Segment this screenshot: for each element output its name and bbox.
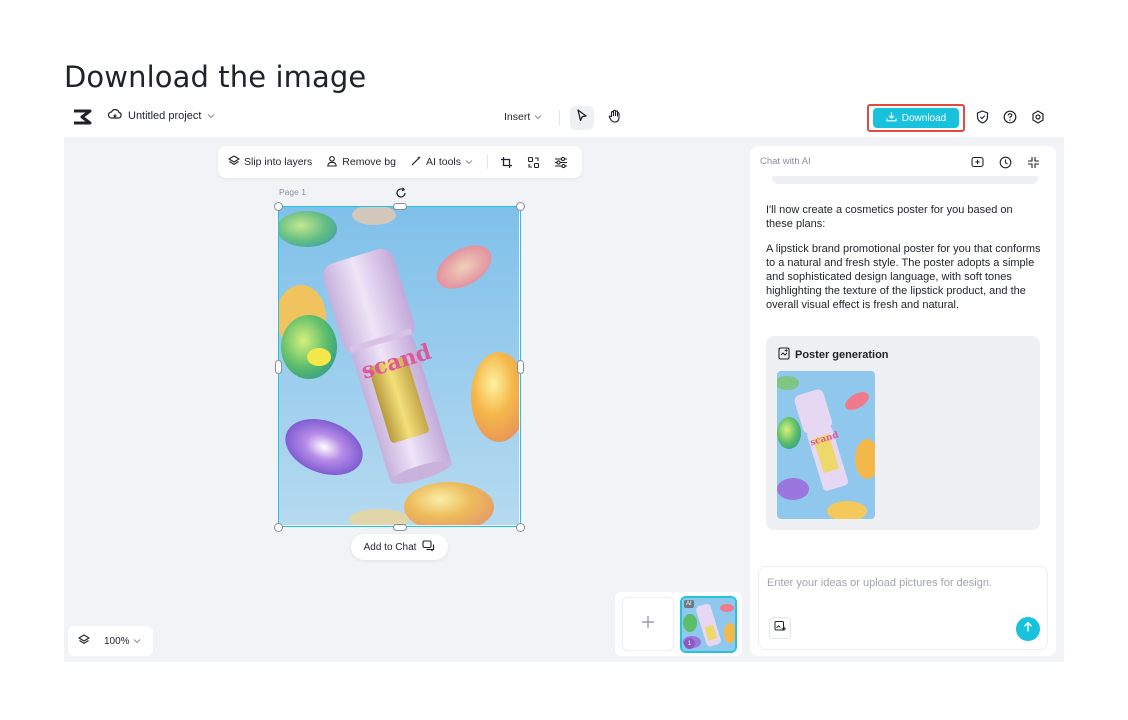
add-to-chat-label: Add to Chat xyxy=(363,541,417,553)
card-title: Poster generation xyxy=(778,347,889,363)
download-label: Download xyxy=(901,112,947,124)
divider xyxy=(559,110,560,125)
generated-poster-thumbnail[interactable]: scand xyxy=(777,371,875,519)
ai-message-intro: I'll now create a cosmetics poster for y… xyxy=(766,204,1013,230)
card-title-text: Poster generation xyxy=(795,349,889,361)
crop-icon[interactable] xyxy=(500,156,513,169)
remove-bg-button[interactable]: Remove bg xyxy=(326,155,396,170)
editor-app: Untitled project Insert Download Slip in… xyxy=(64,98,1064,662)
slip-layers-button[interactable]: Slip into layers xyxy=(228,154,313,170)
settings-gear-icon[interactable] xyxy=(1030,109,1046,125)
cursor-icon xyxy=(576,109,588,127)
download-icon xyxy=(886,111,897,125)
project-name: Untitled project xyxy=(128,109,202,122)
previous-message-edge xyxy=(772,176,1038,184)
add-to-chat-button[interactable]: Add to Chat xyxy=(351,534,448,560)
send-button[interactable] xyxy=(1016,617,1040,641)
ai-badge: AI xyxy=(684,600,694,608)
arrange-icon[interactable] xyxy=(527,156,540,169)
chevron-down-icon xyxy=(534,111,542,123)
ai-message-body: A lipstick brand promotional poster for … xyxy=(766,243,1041,311)
select-tool-button[interactable] xyxy=(570,106,594,130)
app-logo-icon[interactable] xyxy=(72,108,92,126)
add-page-button[interactable] xyxy=(622,597,674,651)
arrow-up-icon xyxy=(1022,620,1034,638)
resize-handle[interactable] xyxy=(274,202,283,211)
project-menu[interactable]: Untitled project xyxy=(107,108,215,123)
ai-tools-label: AI tools xyxy=(425,156,462,168)
chat-panel: Chat with AI I'll now create a cosmetics… xyxy=(750,146,1056,656)
person-icon xyxy=(326,155,338,170)
history-icon[interactable] xyxy=(997,154,1013,170)
chat-input-placeholder[interactable]: Enter your ideas or upload pictures for … xyxy=(767,577,992,589)
canvas-toolbar: Slip into layers Remove bg AI tools xyxy=(218,146,582,178)
resize-handle[interactable] xyxy=(274,523,283,532)
resize-handle[interactable] xyxy=(516,202,525,211)
rotate-icon[interactable] xyxy=(394,186,408,200)
remove-bg-label: Remove bg xyxy=(342,156,396,168)
page-thumbnail[interactable]: AI 1 xyxy=(680,596,737,653)
slip-layers-label: Slip into layers xyxy=(244,156,313,168)
poster-generation-card[interactable]: Poster generation scand xyxy=(766,336,1040,530)
chat-bubble-icon xyxy=(422,539,435,555)
image-plus-icon xyxy=(774,619,786,637)
page-label: Page 1 xyxy=(279,187,306,197)
page-number-badge: 1 xyxy=(684,638,695,649)
page-heading: Download the image xyxy=(64,60,367,94)
top-bar: Untitled project Insert Download xyxy=(64,98,1064,137)
layers-icon[interactable] xyxy=(78,633,90,649)
resize-handle[interactable] xyxy=(393,524,407,531)
hand-icon xyxy=(608,109,621,128)
poster-image[interactable]: scand xyxy=(278,206,521,527)
chevron-down-icon xyxy=(465,156,473,168)
insert-label: Insert xyxy=(504,111,531,123)
resize-handle[interactable] xyxy=(393,203,407,210)
shield-icon[interactable] xyxy=(974,109,990,125)
plus-icon xyxy=(640,614,656,635)
chat-input-box[interactable]: Enter your ideas or upload pictures for … xyxy=(758,566,1048,650)
new-chat-icon[interactable] xyxy=(969,154,985,170)
upload-image-button[interactable] xyxy=(769,617,791,639)
layers-icon xyxy=(228,154,240,170)
adjust-sliders-icon[interactable] xyxy=(554,156,568,169)
resize-handle[interactable] xyxy=(517,360,524,374)
chat-panel-title: Chat with AI xyxy=(760,156,811,167)
generated-poster-artwork: scand xyxy=(777,371,875,519)
pages-strip: AI 1 xyxy=(615,592,742,656)
chevron-down-icon xyxy=(207,110,215,122)
resize-handle[interactable] xyxy=(275,360,282,374)
chevron-down-icon[interactable] xyxy=(133,636,141,647)
download-button[interactable]: Download xyxy=(873,108,959,128)
hand-tool-button[interactable] xyxy=(602,106,626,130)
magic-wand-icon xyxy=(410,155,422,170)
ai-tools-menu[interactable]: AI tools xyxy=(410,155,473,170)
zoom-level[interactable]: 100% xyxy=(104,636,130,647)
help-icon[interactable] xyxy=(1002,109,1018,125)
divider xyxy=(487,155,489,169)
insert-menu[interactable]: Insert xyxy=(504,111,542,123)
zoom-control: 100% xyxy=(68,626,153,656)
poster-artwork: scand xyxy=(279,207,520,526)
document-image-icon xyxy=(778,347,790,363)
collapse-icon[interactable] xyxy=(1025,154,1041,170)
resize-handle[interactable] xyxy=(516,523,525,532)
cloud-icon xyxy=(107,108,122,123)
